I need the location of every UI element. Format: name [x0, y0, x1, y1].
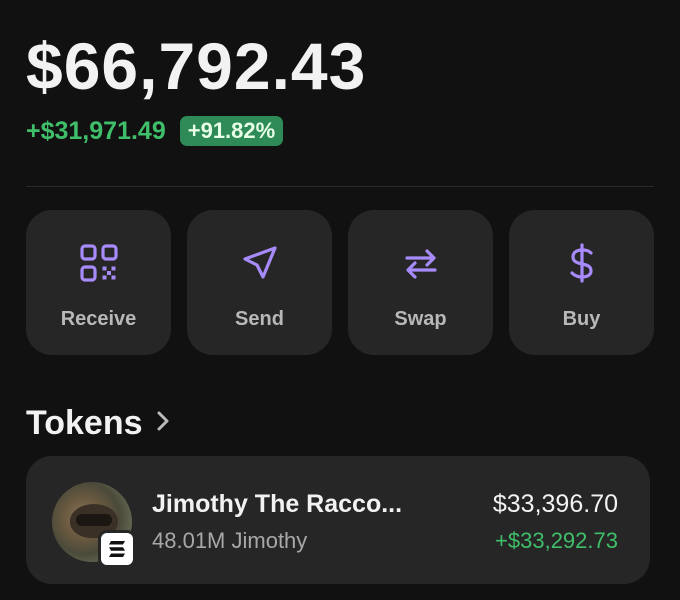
chevron-right-icon: [153, 409, 173, 438]
balance-change-row: +$31,971.49 +91.82%: [26, 116, 284, 146]
swap-label: Swap: [394, 307, 447, 330]
token-value: $33,396.70: [492, 490, 618, 518]
tokens-title: Tokens: [26, 404, 143, 442]
balance-change-percent-badge: +91.82%: [179, 116, 284, 146]
receive-button[interactable]: Receive: [26, 210, 171, 355]
send-icon: [238, 241, 282, 290]
solana-icon: [98, 530, 136, 568]
balance-change-amount: +$31,971.49: [26, 116, 166, 145]
swap-icon: [399, 241, 443, 290]
swap-button[interactable]: Swap: [348, 210, 493, 355]
balance-total: $66,792.43: [26, 29, 367, 103]
action-buttons: Receive Send Swap Buy: [26, 210, 654, 355]
send-label: Send: [235, 307, 284, 330]
buy-label: Buy: [562, 307, 601, 330]
token-row[interactable]: Jimothy The Racco... 48.01M Jimothy $33,…: [26, 456, 650, 584]
divider: [26, 186, 654, 187]
qr-code-icon: [77, 241, 121, 290]
tokens-header[interactable]: Tokens: [26, 404, 173, 443]
token-change: +$33,292.73: [495, 528, 618, 553]
buy-button[interactable]: Buy: [509, 210, 654, 355]
dollar-icon: [560, 241, 604, 290]
token-name: Jimothy The Racco...: [152, 490, 403, 518]
receive-label: Receive: [60, 307, 137, 330]
token-amount: 48.01M Jimothy: [152, 528, 308, 553]
send-button[interactable]: Send: [187, 210, 332, 355]
